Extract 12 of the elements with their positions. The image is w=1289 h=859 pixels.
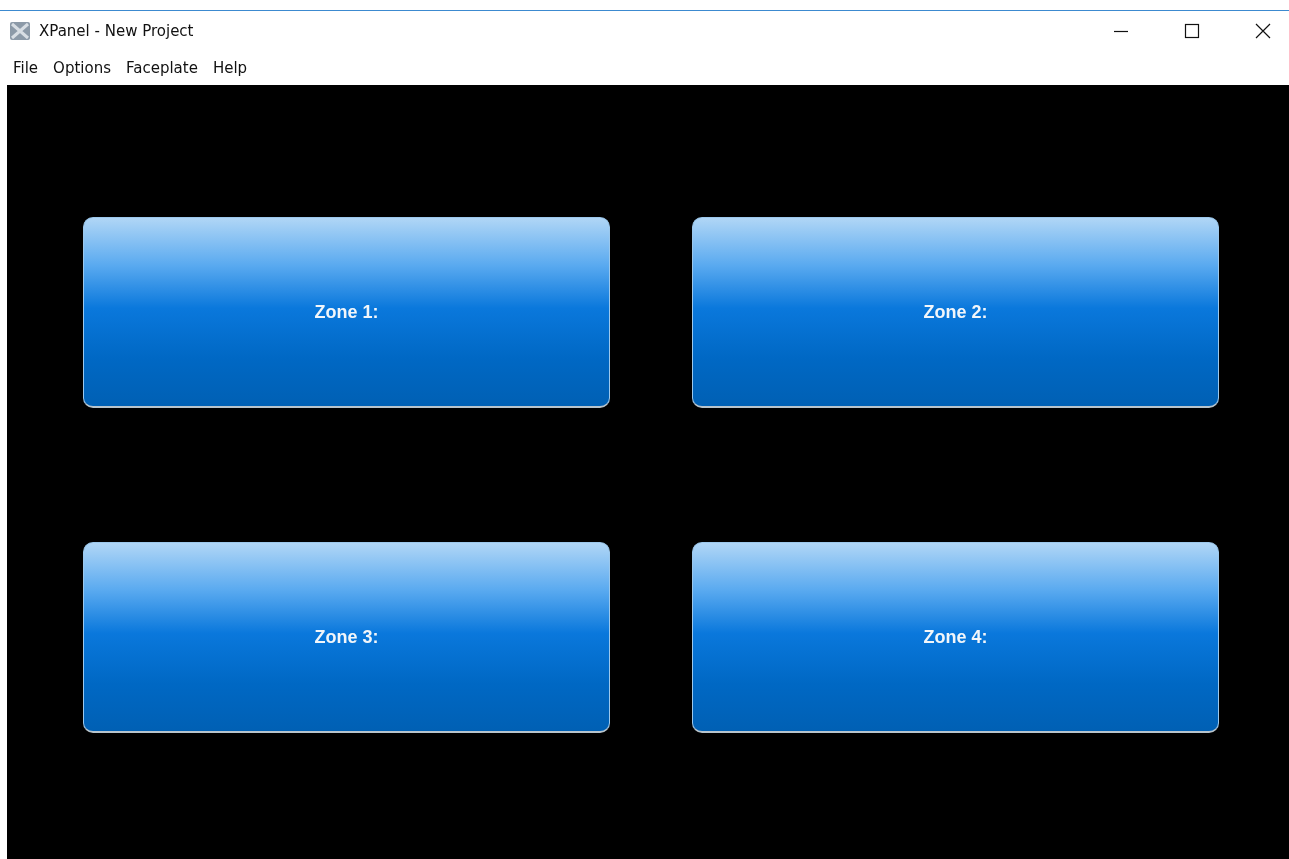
zone-button[interactable]: Zone 4:: [692, 542, 1219, 733]
maximize-icon[interactable]: [1184, 23, 1200, 39]
zone-button[interactable]: Zone 3:: [83, 542, 610, 733]
zone-button[interactable]: Zone 2:: [692, 217, 1219, 408]
menu-item[interactable]: Help: [203, 59, 254, 77]
menu-item[interactable]: Options: [44, 59, 117, 77]
zone-button[interactable]: Zone 1:: [83, 217, 610, 408]
menu-item[interactable]: Faceplate: [117, 59, 204, 77]
window-title: XPanel - New Project: [39, 22, 194, 40]
close-icon[interactable]: [1255, 23, 1271, 39]
app-icon: [9, 21, 31, 41]
menu-item[interactable]: File: [4, 59, 45, 77]
